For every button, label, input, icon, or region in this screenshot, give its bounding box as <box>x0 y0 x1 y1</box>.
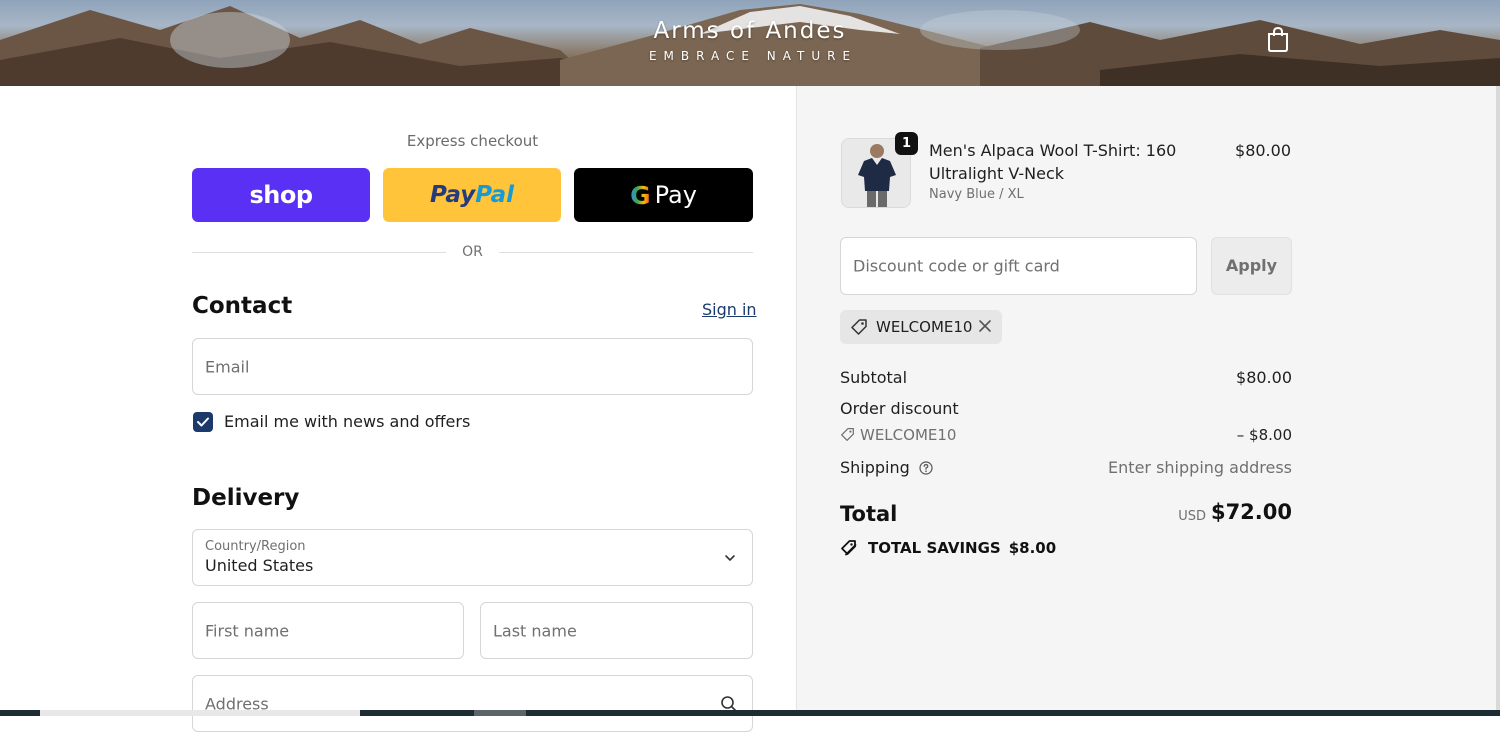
contact-heading: Contact <box>192 293 293 319</box>
discount-value: – $8.00 <box>1236 426 1292 444</box>
newsletter-label: Email me with news and offers <box>224 412 471 431</box>
logo-name: Arms of Andes <box>653 18 847 44</box>
discount-placeholder: Discount code or gift card <box>853 256 1060 276</box>
sign-in-link[interactable]: Sign in <box>702 300 757 319</box>
window-edge <box>1496 86 1500 716</box>
address-field[interactable]: Address <box>192 675 753 732</box>
paypal-label-part1: Pay <box>430 182 476 208</box>
or-divider: OR <box>192 242 753 262</box>
store-header: Arms of Andes EMBRACE NATURE <box>0 0 1500 86</box>
paypal-label-part2: Pal <box>475 182 514 208</box>
newsletter-checkbox[interactable] <box>193 412 213 432</box>
product-price: $80.00 <box>1235 141 1291 160</box>
google-pay-button[interactable]: G Pay <box>574 168 753 222</box>
help-circle-icon[interactable] <box>919 461 933 475</box>
savings-tag-icon <box>841 540 857 556</box>
taskbar-strip <box>0 710 1500 716</box>
logo-tagline: EMBRACE NATURE <box>648 49 858 63</box>
google-g-icon: G <box>630 180 651 210</box>
discount-code-row: WELCOME10 – $8.00 <box>840 426 1292 444</box>
shipping-label: Shipping <box>840 458 910 477</box>
total-savings-label: TOTAL SAVINGS <box>868 539 1001 557</box>
discount-code-input[interactable]: Discount code or gift card <box>840 237 1197 295</box>
paypal-button[interactable]: Pay Pal <box>383 168 561 222</box>
country-label: Country/Region <box>205 539 306 554</box>
total-savings-row: TOTAL SAVINGS $8.00 <box>840 539 1056 557</box>
email-placeholder: Email <box>205 357 250 376</box>
apply-discount-button[interactable]: Apply <box>1211 237 1292 295</box>
applied-code-text: WELCOME10 <box>876 318 973 336</box>
total-amount: $72.00 <box>1210 500 1292 524</box>
total-currency: USD <box>1178 509 1206 524</box>
product-variant: Navy Blue / XL <box>929 187 1024 202</box>
delivery-heading: Delivery <box>192 485 300 511</box>
shopping-bag-icon[interactable] <box>1266 26 1290 52</box>
remove-code-icon[interactable] <box>978 319 992 333</box>
express-checkout-label: Express checkout <box>406 132 539 150</box>
chevron-down-icon <box>725 555 735 562</box>
applied-discount-chip: WELCOME10 <box>840 310 1002 344</box>
google-pay-label: Pay <box>654 181 697 209</box>
divider-line-left <box>192 252 446 253</box>
country-value: United States <box>205 556 314 575</box>
shipping-row: Shipping Enter shipping address <box>840 458 1292 477</box>
order-summary-panel: 1 Men's Alpaca Wool T-Shirt: 160 Ultrali… <box>797 86 1500 716</box>
last-name-field[interactable]: Last name <box>480 602 753 659</box>
order-discount-row: Order discount <box>840 399 1292 418</box>
taskbar-segment <box>40 710 360 716</box>
checkout-form-panel: Express checkout shop Pay Pal G Pay OR Co… <box>0 86 797 732</box>
tag-icon <box>851 319 867 335</box>
checkmark-icon <box>197 417 209 427</box>
shop-pay-label: shop <box>249 181 313 209</box>
subtotal-value: $80.00 <box>1236 368 1292 387</box>
total-savings-value: $8.00 <box>1008 539 1057 557</box>
total-row: Total USD $72.00 <box>840 500 1292 530</box>
tag-icon <box>841 428 854 441</box>
taskbar-segment <box>474 710 526 716</box>
discount-code-name: WELCOME10 <box>860 426 957 444</box>
quantity-badge: 1 <box>895 132 918 155</box>
store-logo[interactable]: Arms of Andes EMBRACE NATURE <box>600 14 900 64</box>
product-name: Men's Alpaca Wool T-Shirt: 160 Ultraligh… <box>929 141 1177 183</box>
subtotal-row: Subtotal $80.00 <box>840 368 1292 387</box>
first-name-field[interactable]: First name <box>192 602 464 659</box>
subtotal-label: Subtotal <box>840 368 908 387</box>
shop-pay-button[interactable]: shop <box>192 168 370 222</box>
country-select[interactable]: Country/Region United States <box>192 529 753 586</box>
divider-line-right <box>499 252 753 253</box>
order-discount-label: Order discount <box>840 399 959 418</box>
shipping-value: Enter shipping address <box>1108 458 1292 477</box>
total-label: Total <box>840 502 898 526</box>
last-name-placeholder: Last name <box>493 621 577 640</box>
email-field[interactable]: Email <box>192 338 753 395</box>
first-name-placeholder: First name <box>205 621 290 640</box>
or-text: OR <box>462 244 483 260</box>
